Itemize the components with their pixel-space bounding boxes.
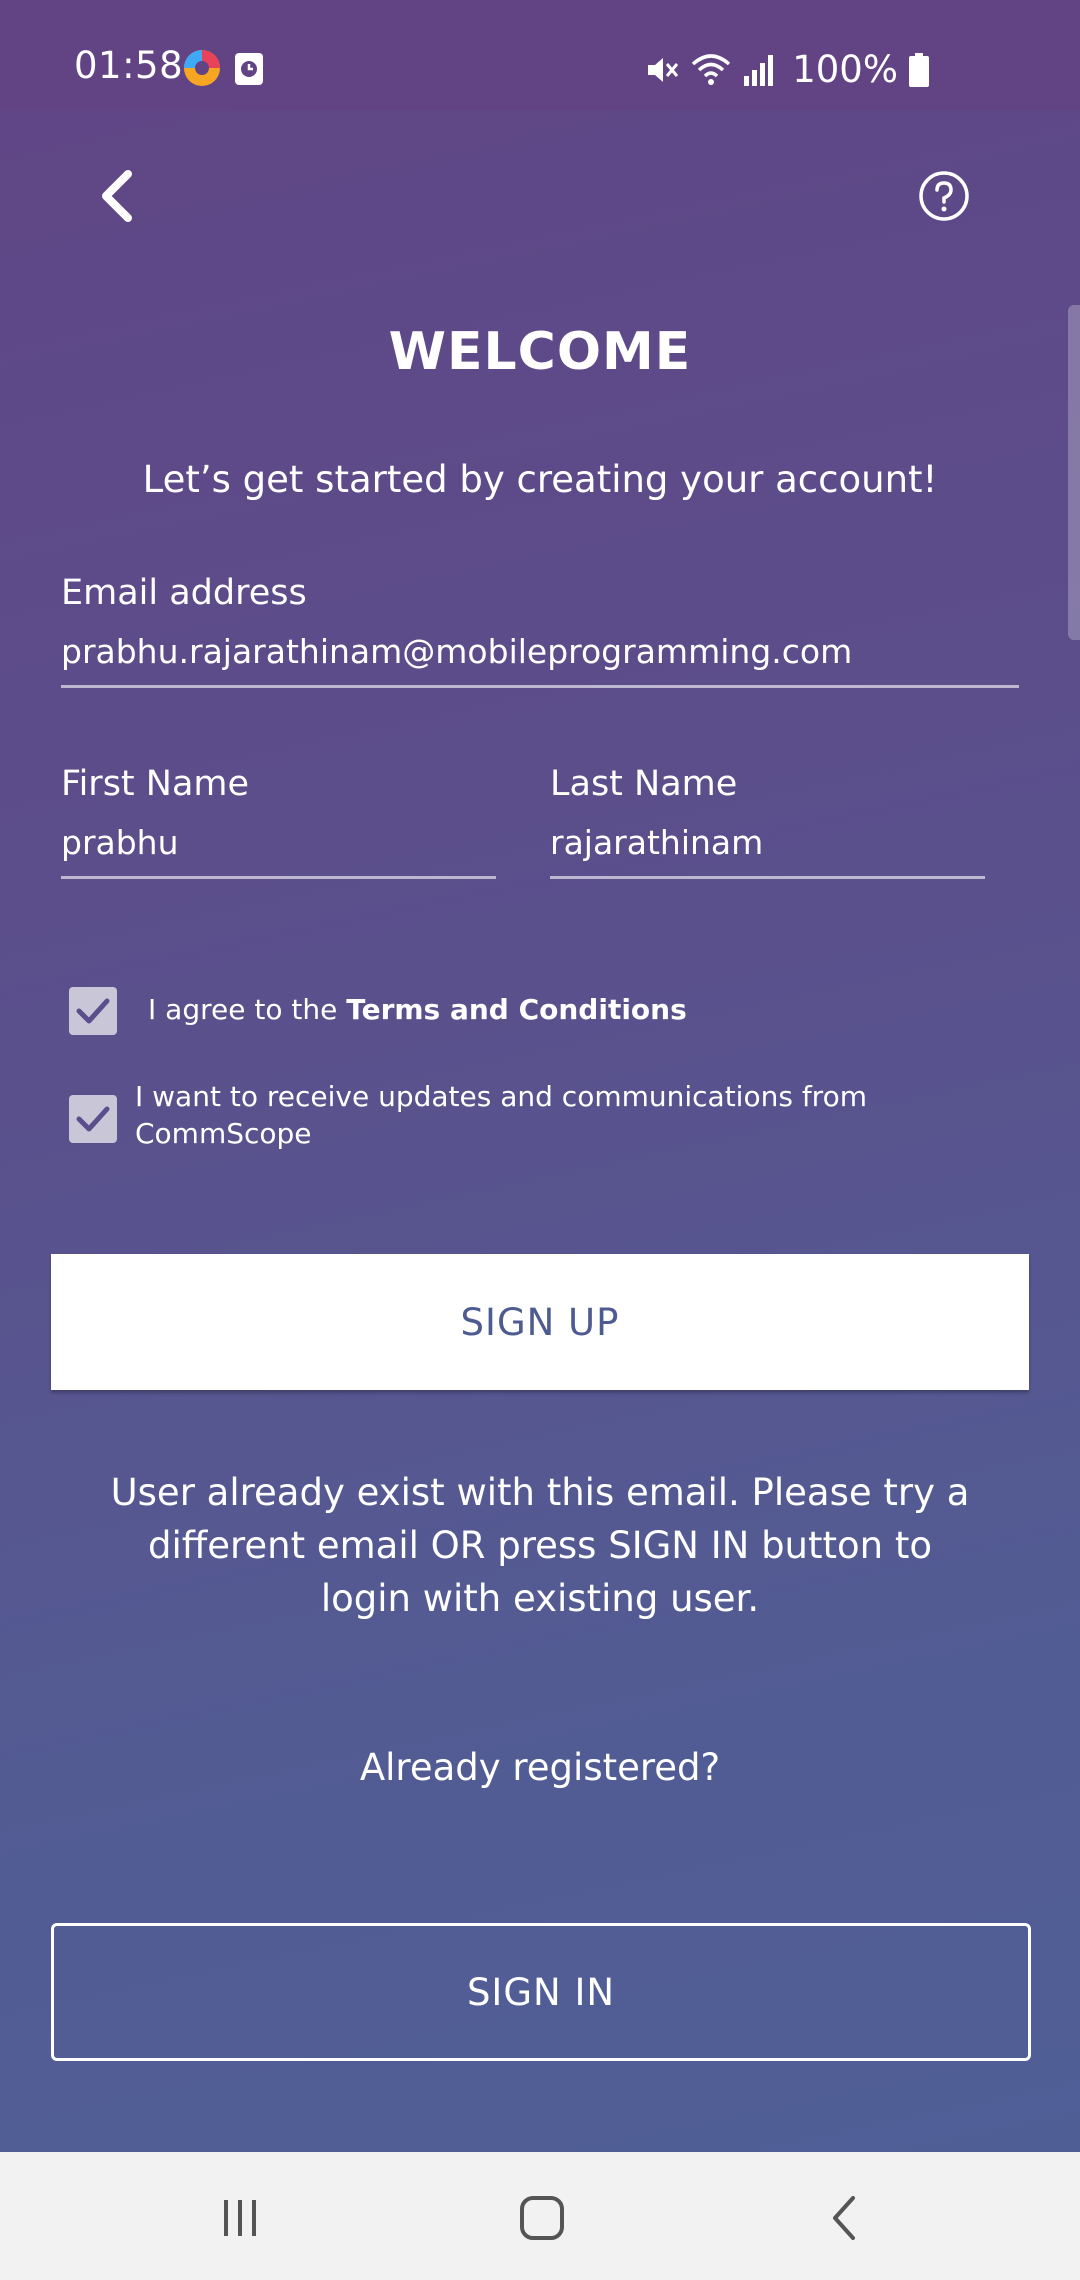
battery-percentage: 100% (792, 48, 898, 91)
home-icon[interactable] (512, 2188, 572, 2248)
terms-text: I agree to the Terms and Conditions (148, 991, 687, 1028)
first-name-label: First Name (61, 764, 250, 804)
terms-link[interactable]: Terms and Conditions (346, 993, 687, 1026)
first-name-underline (61, 876, 496, 879)
email-label: Email address (61, 573, 307, 613)
clock-app-icon (235, 53, 263, 85)
help-button-help-circle-icon[interactable] (918, 170, 970, 222)
app-notification-icon (184, 50, 220, 86)
signal-icon (744, 54, 774, 86)
checkmark-icon (76, 1106, 110, 1132)
status-bar: 01:58 100% (0, 0, 1080, 110)
status-indicators: 100% (644, 48, 930, 91)
updates-text: I want to receive updates and communicat… (135, 1080, 867, 1150)
last-name-field[interactable]: rajarathinam (550, 823, 763, 862)
wifi-icon (692, 53, 731, 85)
back-nav-icon[interactable] (815, 2188, 875, 2248)
terms-prefix: I agree to the (148, 993, 347, 1026)
recent-apps-icon[interactable] (210, 2188, 270, 2248)
sign-up-button[interactable]: SIGN UP (51, 1254, 1029, 1390)
checkmark-icon (76, 998, 110, 1024)
battery-icon (909, 52, 929, 87)
error-message: User already exist with this email. Plea… (110, 1471, 970, 1620)
terms-checkbox[interactable] (69, 987, 117, 1035)
last-name-underline (550, 876, 985, 879)
updates-checkbox[interactable] (69, 1095, 117, 1143)
back-button-chevron-left-icon[interactable] (88, 160, 148, 232)
status-time: 01:58 (74, 44, 184, 87)
page-subtitle: Let’s get started by creating your accou… (142, 458, 938, 501)
page-title: WELCOME (388, 322, 692, 382)
mute-icon (648, 57, 679, 82)
sign-in-button[interactable]: SIGN IN (51, 1923, 1031, 2061)
system-navigation-bar (0, 2152, 1080, 2280)
email-field[interactable]: prabhu.rajarathinam@mobileprogramming.co… (61, 632, 852, 671)
email-field-underline (61, 685, 1019, 688)
first-name-field[interactable]: prabhu (61, 823, 179, 862)
already-registered-text: Already registered? (359, 1746, 721, 1789)
last-name-label: Last Name (550, 764, 738, 804)
